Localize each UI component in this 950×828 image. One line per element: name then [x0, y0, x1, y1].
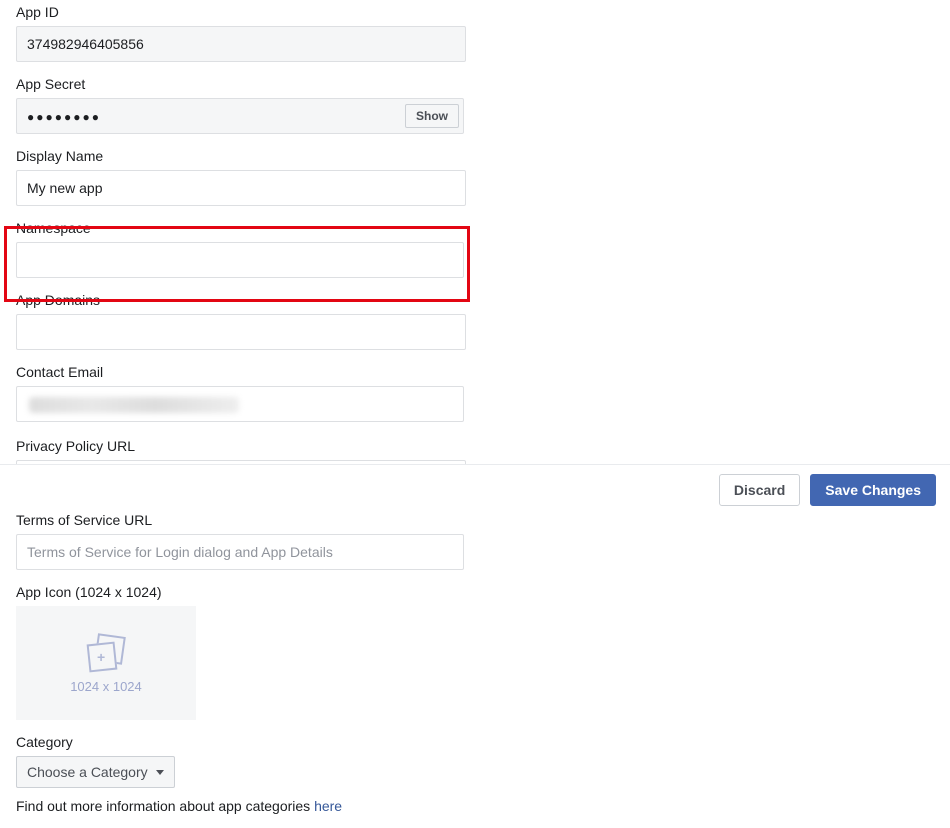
label-display-name: Display Name [16, 148, 466, 164]
label-app-domains: App Domains [16, 292, 466, 308]
app-id-value: 374982946405856 [27, 36, 144, 52]
contact-email-redacted [29, 397, 239, 413]
app-icon-dimensions: 1024 x 1024 [70, 679, 142, 694]
footer-bar: Discard Save Changes [0, 464, 950, 515]
category-hint: Find out more information about app cate… [16, 798, 464, 814]
category-selected-label: Choose a Category [27, 764, 148, 780]
label-app-secret: App Secret [16, 76, 464, 92]
save-changes-button[interactable]: Save Changes [810, 474, 936, 506]
display-name-input[interactable] [16, 170, 466, 206]
label-category: Category [16, 734, 464, 750]
chevron-down-icon [156, 770, 164, 775]
discard-button[interactable]: Discard [719, 474, 800, 506]
app-id-box: 374982946405856 [16, 26, 466, 62]
app-domains-input[interactable] [16, 314, 466, 350]
category-select[interactable]: Choose a Category [16, 756, 175, 788]
label-namespace: Namespace [16, 220, 464, 236]
app-icon-upload[interactable]: + 1024 x 1024 [16, 606, 196, 720]
add-image-icon: + [86, 633, 126, 673]
contact-email-input[interactable] [16, 386, 464, 422]
label-app-icon: App Icon (1024 x 1024) [16, 584, 466, 600]
app-secret-box: ●●●●●●●● Show [16, 98, 464, 134]
category-hint-link[interactable]: here [314, 798, 342, 814]
app-secret-mask: ●●●●●●●● [27, 110, 101, 124]
show-secret-button[interactable]: Show [405, 104, 459, 128]
label-app-id: App ID [16, 4, 466, 20]
tos-url-input[interactable] [16, 534, 464, 570]
namespace-input[interactable] [16, 242, 464, 278]
label-privacy-url: Privacy Policy URL [16, 438, 466, 454]
label-contact-email: Contact Email [16, 364, 464, 380]
